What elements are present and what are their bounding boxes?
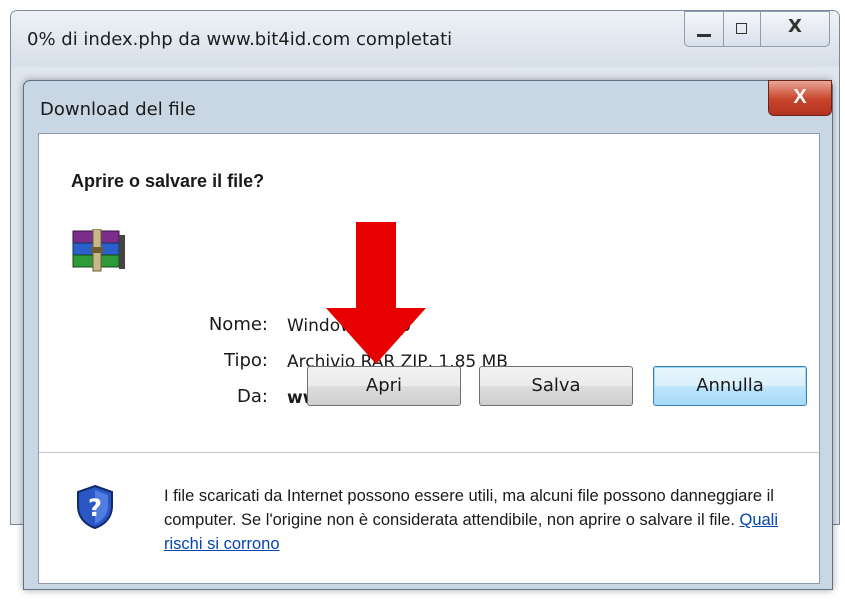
close-icon: X <box>793 86 807 108</box>
security-warning: I file scaricati da Internet possono ess… <box>164 484 814 556</box>
file-download-dialog: Download del file X Aprire o salvare il … <box>23 80 833 590</box>
cancel-button[interactable]: Annulla <box>653 366 807 406</box>
security-shield-question-icon: ? <box>77 484 113 530</box>
dialog-content: Aprire o salvare il file? Nome: Window u… <box>38 133 820 584</box>
name-label: Nome: <box>208 314 268 335</box>
minimize-button[interactable] <box>684 11 724 47</box>
dialog-title: Download del file <box>40 99 196 120</box>
open-button[interactable]: Apri <box>307 366 461 406</box>
warning-text: I file scaricati da Internet possono ess… <box>164 487 774 529</box>
progress-window-title: 0% di index.php da www.bit4id.com comple… <box>27 29 453 50</box>
divider <box>39 452 819 453</box>
maximize-button[interactable] <box>723 11 761 47</box>
save-button[interactable]: Salva <box>479 366 633 406</box>
dialog-close-button[interactable]: X <box>768 80 832 116</box>
minimize-icon <box>697 34 711 37</box>
maximize-icon <box>736 23 747 34</box>
from-label: Da: <box>237 386 268 407</box>
winrar-archive-icon <box>72 229 125 272</box>
dialog-question: Aprire o salvare il file? <box>71 171 265 191</box>
red-arrow-down-icon <box>326 222 426 364</box>
svg-text:?: ? <box>88 494 102 522</box>
close-icon: X <box>788 16 802 37</box>
progress-window-close-button[interactable]: X <box>760 11 830 47</box>
type-label: Tipo: <box>224 350 268 371</box>
